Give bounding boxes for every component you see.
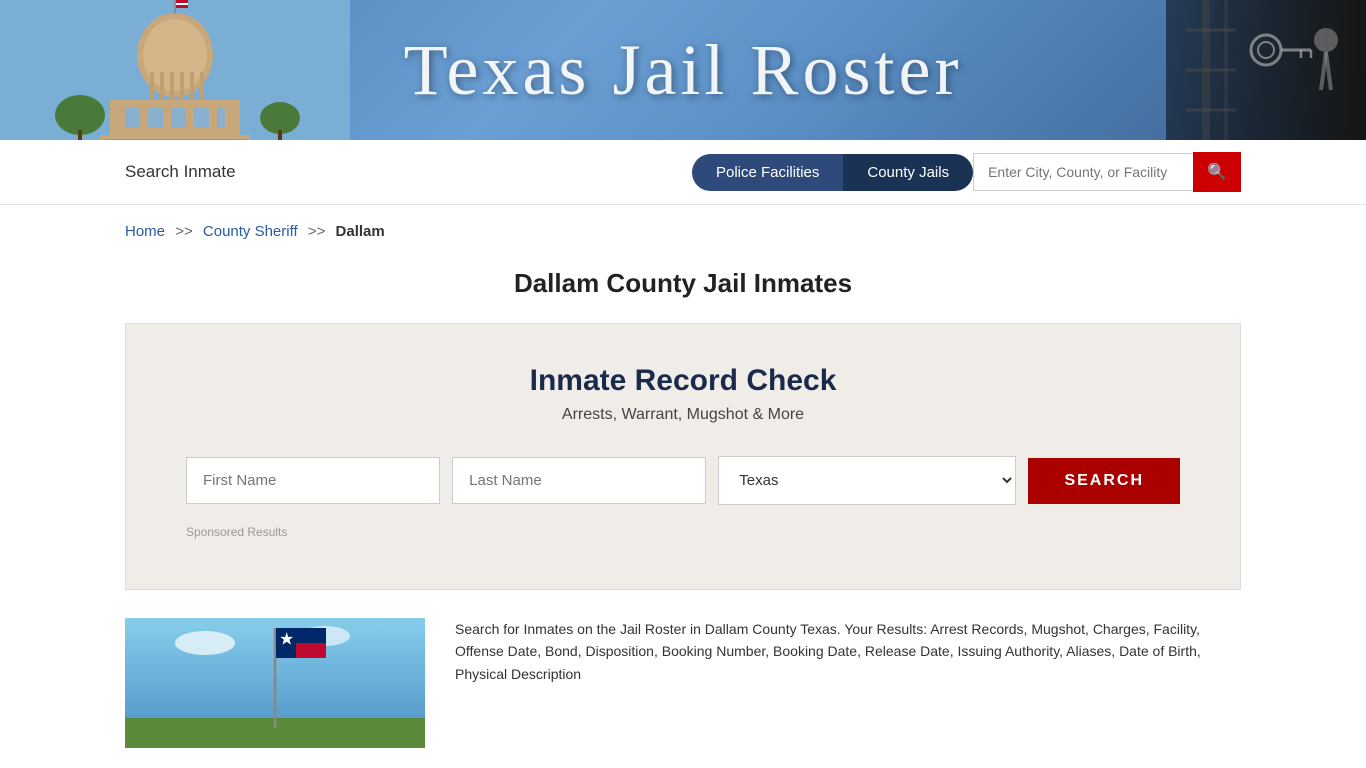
- bottom-thumbnail: [125, 618, 425, 748]
- nav-bar: Search Inmate Police Facilities County J…: [0, 140, 1366, 205]
- record-check-form: AlabamaAlaskaArizonaArkansasCaliforniaCo…: [186, 456, 1180, 505]
- breadcrumb-home[interactable]: Home: [125, 223, 165, 240]
- banner-keys-image: [1166, 0, 1366, 140]
- bottom-description: Search for Inmates on the Jail Roster in…: [455, 618, 1241, 685]
- county-jails-button[interactable]: County Jails: [843, 154, 973, 191]
- first-name-input[interactable]: [186, 457, 440, 504]
- page-title: Dallam County Jail Inmates: [0, 268, 1366, 299]
- record-check-subtitle: Arrests, Warrant, Mugshot & More: [186, 406, 1180, 424]
- record-check-title: Inmate Record Check: [186, 364, 1180, 398]
- search-icon: 🔍: [1207, 162, 1227, 182]
- banner-title: Texas Jail Roster: [404, 29, 963, 112]
- nav-right: Police Facilities County Jails 🔍: [692, 152, 1241, 192]
- bottom-section: Search for Inmates on the Jail Roster in…: [125, 618, 1241, 748]
- header-banner: Texas Jail Roster: [0, 0, 1366, 140]
- police-facilities-button[interactable]: Police Facilities: [692, 154, 843, 191]
- breadcrumb-sep2: >>: [308, 223, 326, 240]
- facility-search-input[interactable]: [973, 153, 1193, 191]
- breadcrumb-current: Dallam: [336, 223, 385, 240]
- last-name-input[interactable]: [452, 457, 706, 504]
- breadcrumb-county-sheriff[interactable]: County Sheriff: [203, 223, 298, 240]
- facility-search-button[interactable]: 🔍: [1193, 152, 1241, 192]
- capitol-image: [0, 0, 350, 140]
- state-select[interactable]: AlabamaAlaskaArizonaArkansasCaliforniaCo…: [718, 456, 1016, 505]
- breadcrumb: Home >> County Sheriff >> Dallam: [0, 205, 1366, 250]
- record-check-container: Inmate Record Check Arrests, Warrant, Mu…: [125, 323, 1241, 590]
- search-inmate-label: Search Inmate: [125, 162, 236, 182]
- breadcrumb-sep1: >>: [175, 223, 193, 240]
- record-search-button[interactable]: SEARCH: [1028, 458, 1180, 504]
- sponsored-label: Sponsored Results: [186, 525, 1180, 539]
